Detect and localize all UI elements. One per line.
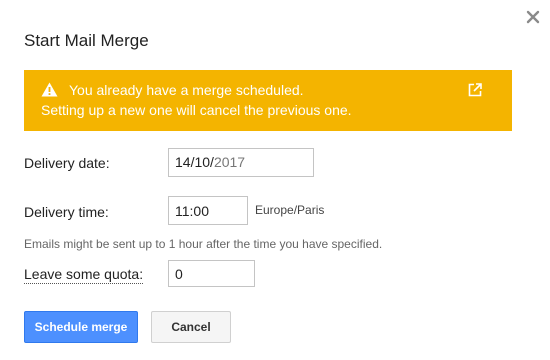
delivery-date-year: 2017 <box>213 154 246 170</box>
cancel-button[interactable]: Cancel <box>151 311 231 343</box>
open-in-new-icon[interactable] <box>468 83 482 97</box>
timezone-label: Europe/Paris <box>255 203 325 217</box>
delivery-hint: Emails might be sent up to 1 hour after … <box>24 237 383 251</box>
delivery-date-label: Delivery date: <box>24 155 110 171</box>
schedule-merge-button[interactable]: Schedule merge <box>24 311 138 343</box>
warning-icon <box>41 82 58 97</box>
close-icon[interactable] <box>526 10 540 24</box>
delivery-time-input[interactable] <box>168 196 248 225</box>
dialog-title: Start Mail Merge <box>24 31 149 50</box>
quota-input[interactable] <box>168 260 255 287</box>
delivery-time-label: Delivery time: <box>24 204 109 220</box>
delivery-date-input[interactable]: 14/10/2017 <box>168 148 314 177</box>
banner-message-line1: You already have a merge scheduled. <box>69 82 304 98</box>
mail-merge-dialog: Start Mail Merge You already have a merg… <box>0 0 550 360</box>
delivery-date-day-month: 14/10/ <box>175 154 214 170</box>
quota-label: Leave some quota: <box>24 266 144 284</box>
warning-banner: You already have a merge scheduled. Sett… <box>24 70 512 131</box>
banner-message-line2: Setting up a new one will cancel the pre… <box>41 102 352 118</box>
